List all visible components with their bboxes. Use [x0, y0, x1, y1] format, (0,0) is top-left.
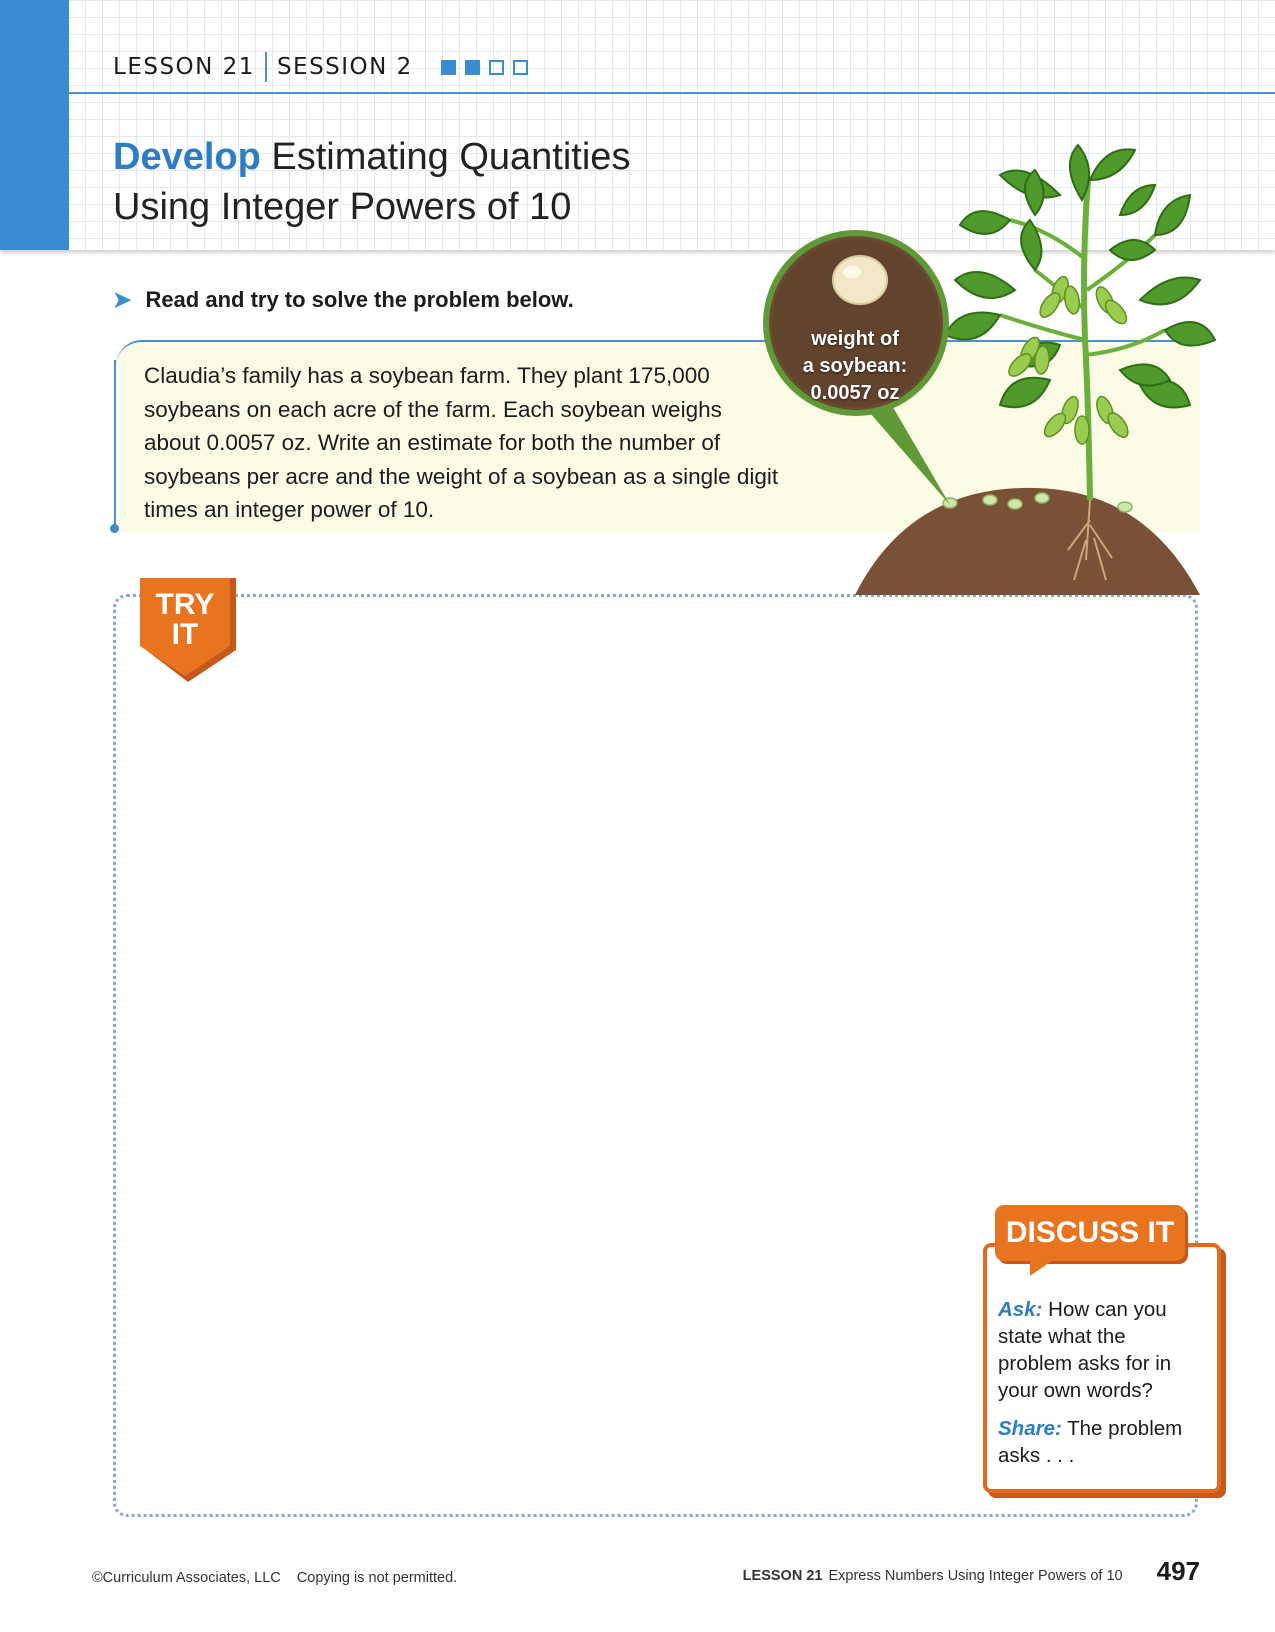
title-highlight: Develop	[113, 136, 261, 178]
try-it-line: IT	[171, 618, 199, 651]
progress-square	[440, 59, 456, 75]
share-label: Share:	[998, 1417, 1062, 1440]
discuss-title: DISCUSS IT	[1005, 1216, 1175, 1249]
arrow-icon: ➤	[113, 287, 132, 312]
copy-notice: Copying is not permitted.	[296, 1570, 458, 1586]
problem-line: soybeans on each acre of the farm. Each …	[144, 396, 722, 422]
progress-square	[464, 59, 480, 75]
instruction-text: Read and try to solve the problem below.	[145, 287, 574, 312]
side-tab	[0, 0, 69, 250]
session-label: SESSION 2	[276, 54, 413, 80]
problem-left-line	[114, 360, 116, 528]
problem-line: times an integer power of 10.	[144, 497, 435, 522]
problem-text: Claudia’s family has a soybean farm. The…	[144, 359, 804, 527]
soybean-pods	[1008, 275, 1129, 445]
footer-right: LESSON 21 Express Numbers Using Integer …	[743, 1556, 1200, 1587]
title-line2: Using Integer Powers of 10	[113, 186, 572, 228]
problem-bullet-dot	[110, 524, 119, 533]
footer-lesson-title: Express Numbers Using Integer Powers of …	[828, 1568, 1123, 1584]
problem-line: soybeans per acre and the weight of a so…	[144, 463, 779, 489]
plant-leaves	[943, 143, 1217, 409]
problem-line: Claudia’s family has a soybean farm. The…	[144, 363, 710, 388]
title-line1: Estimating Quantities	[271, 136, 631, 178]
page-title: Develop Estimating Quantities Using Inte…	[113, 132, 630, 232]
page-number: 497	[1156, 1556, 1200, 1586]
footer-lesson-label: LESSON 21	[742, 1568, 823, 1584]
soybean-weight-label: weight of a soybean: 0.0057 oz	[772, 326, 938, 407]
discuss-ask: Ask: How can you state what the problem …	[998, 1296, 1203, 1404]
try-it-label: TRY IT	[140, 590, 230, 650]
problem-line: about 0.0057 oz. Write an estimate for b…	[144, 430, 721, 455]
footer-left: ©Curriculum Associates, LLC Copying is no…	[92, 1570, 457, 1586]
progress-square	[512, 59, 528, 75]
lesson-label: LESSON 21	[113, 54, 255, 80]
copyright: ©Curriculum Associates, LLC	[92, 1570, 281, 1586]
bubble-line: 0.0057 oz	[810, 382, 900, 404]
bubble-line: a soybean:	[802, 355, 908, 377]
lesson-separator	[264, 52, 267, 82]
instruction: ➤ Read and try to solve the problem belo…	[113, 287, 574, 313]
discuss-body: Ask: How can you state what the problem …	[998, 1296, 1203, 1480]
bubble-line: weight of	[811, 328, 899, 350]
soil-mound	[855, 487, 1200, 595]
lesson-session-line: LESSON 21 SESSION 2	[113, 52, 528, 82]
soybean-seed	[832, 255, 888, 305]
progress-square	[488, 59, 504, 75]
header-rule	[69, 92, 1275, 94]
discuss-share: Share: The problem asks . . .	[998, 1415, 1203, 1469]
discuss-header-tail	[1030, 1258, 1056, 1276]
try-it-line: TRY	[155, 588, 215, 621]
session-progress	[440, 59, 528, 75]
ask-label: Ask:	[998, 1298, 1043, 1321]
